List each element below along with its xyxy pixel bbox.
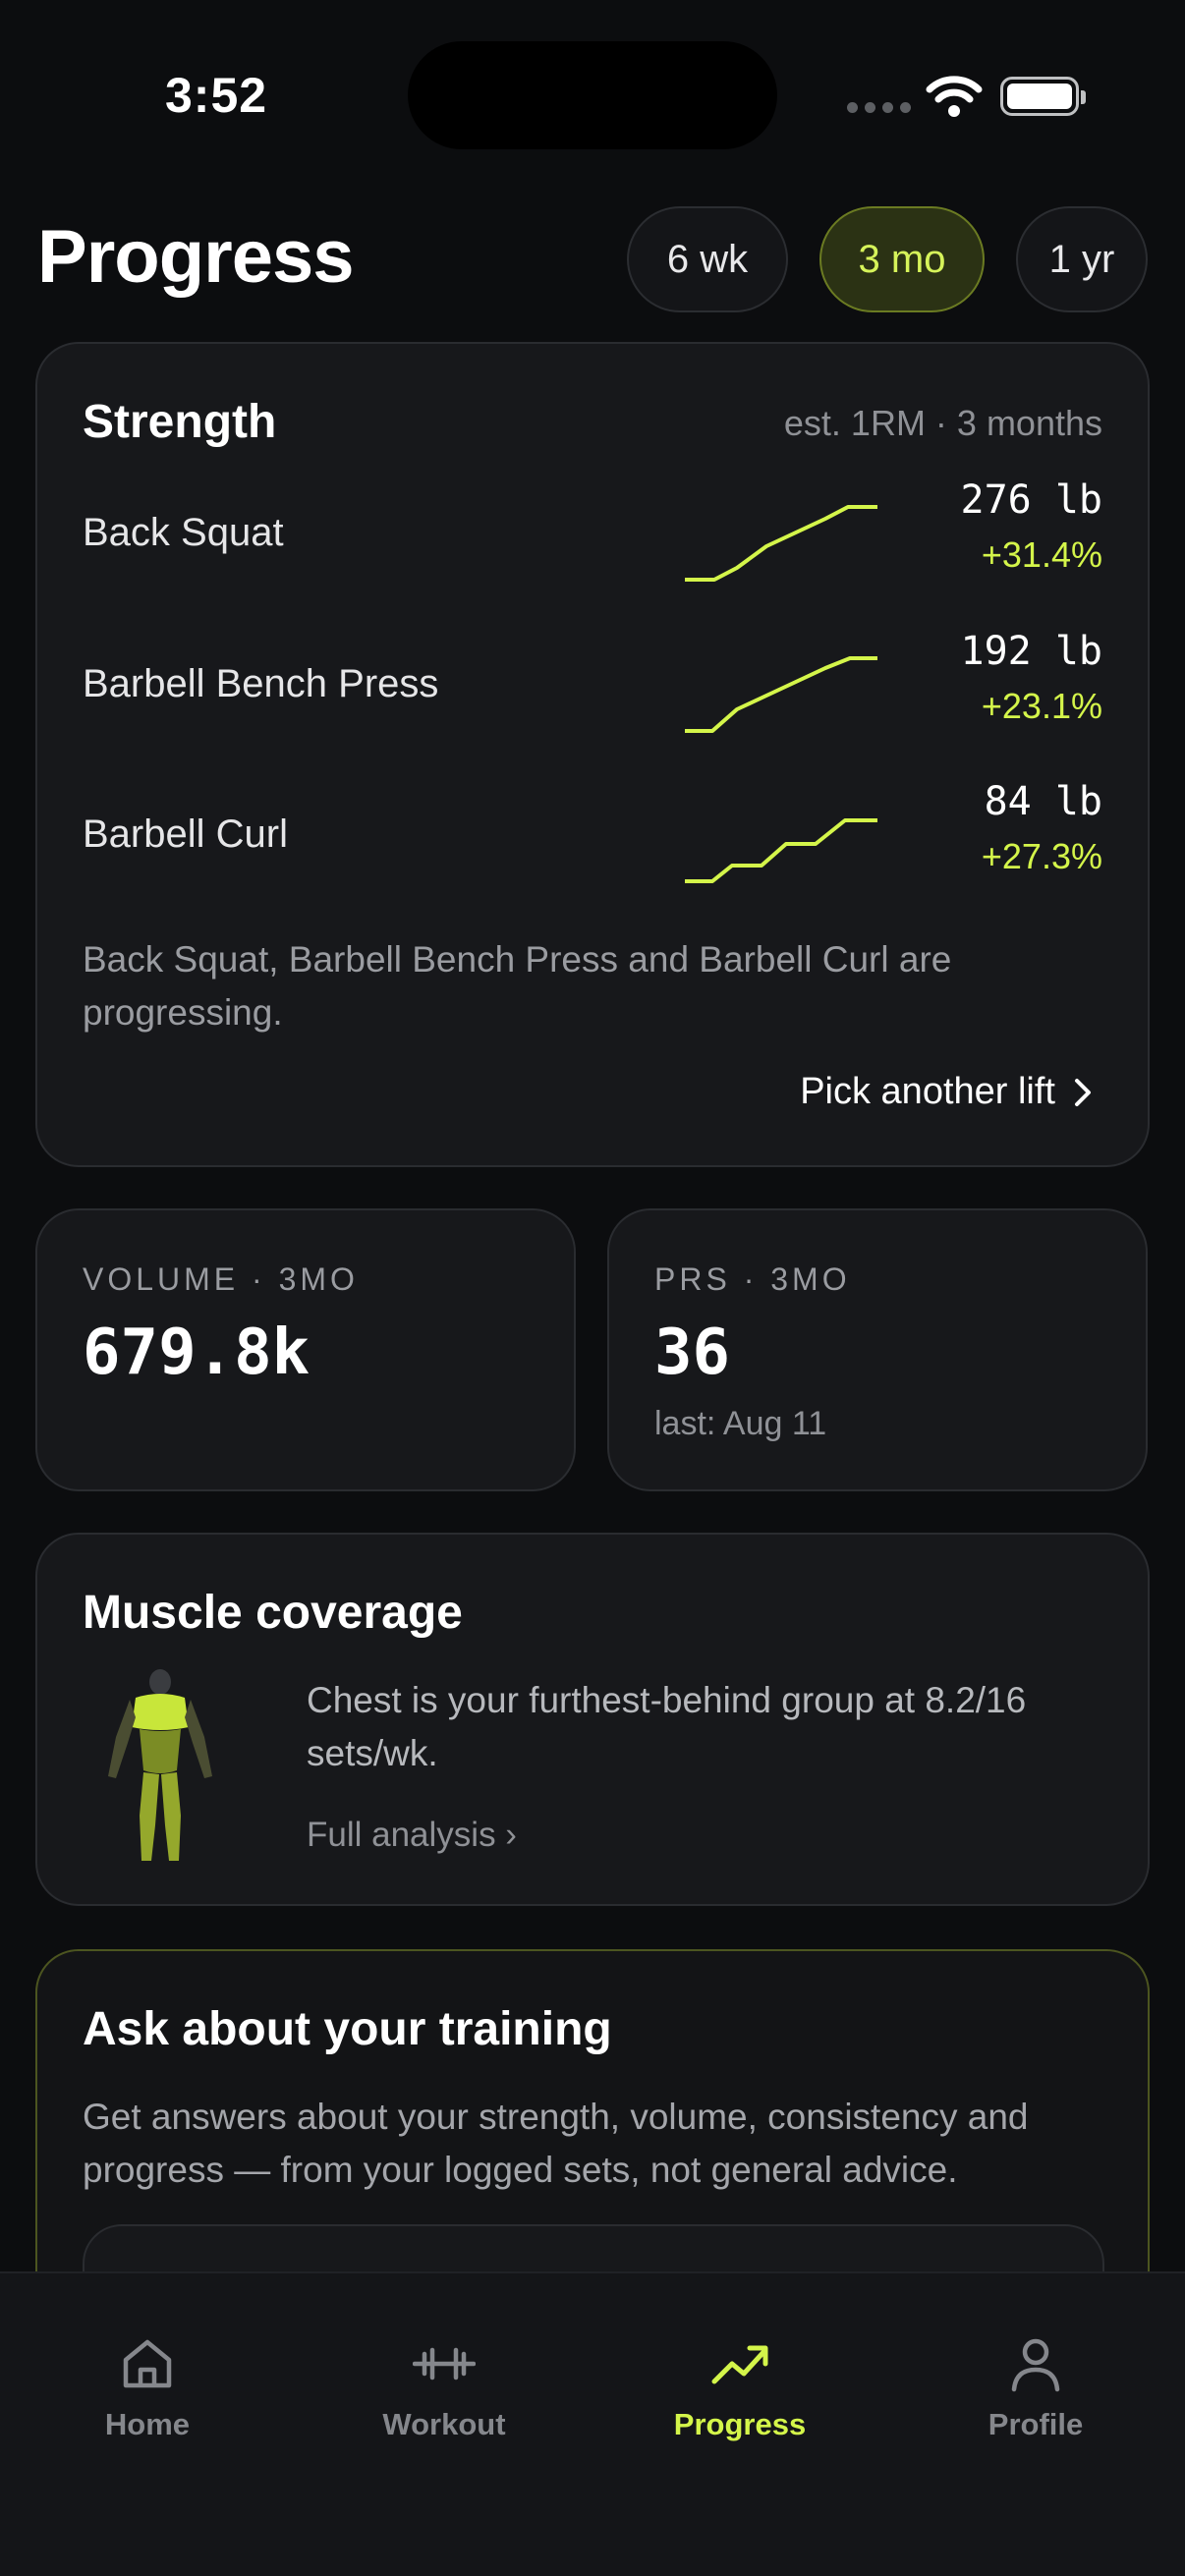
- volume-value: 679.8k: [83, 1316, 310, 1389]
- home-icon: [123, 2339, 172, 2388]
- lift-name: Barbell Curl: [83, 812, 288, 856]
- tab-label: Workout: [382, 2407, 506, 2441]
- battery-icon: [1000, 77, 1086, 116]
- chevron-right-icon: [1075, 1078, 1091, 1106]
- lift-row-bench-press[interactable]: Barbell Bench Press 192 lb +23.1%: [37, 623, 1148, 751]
- back-squat-sparkline: [685, 505, 877, 582]
- lift-row-barbell-curl[interactable]: Barbell Curl 84 lb +27.3%: [37, 773, 1148, 901]
- strength-note: Back Squat, Barbell Bench Press and Barb…: [83, 939, 952, 1033]
- muscle-summary: Chest is your furthest-behind group at 8…: [307, 1680, 1027, 1773]
- lift-change: +31.4%: [981, 534, 1102, 575]
- lift-row-back-squat[interactable]: Back Squat 276 lb +31.4%: [37, 472, 1148, 599]
- strength-meta: est. 1RM · 3 months: [783, 403, 1102, 443]
- body-map-icon: [108, 1669, 212, 1861]
- status-time: 3:52: [165, 68, 268, 123]
- dynamic-island: [408, 41, 777, 149]
- status-bar: 3:52: [0, 0, 1185, 196]
- cellular-signal-icon: [847, 102, 911, 113]
- prs-last: last: Aug 11: [654, 1405, 827, 1442]
- full-analysis-link[interactable]: Full analysis ›: [307, 1816, 517, 1855]
- pick-another-lift-button[interactable]: Pick another lift: [800, 1071, 1093, 1113]
- strength-title: Strength: [83, 396, 277, 448]
- tab-label: Home: [104, 2407, 191, 2441]
- bench-press-sparkline: [685, 656, 877, 733]
- volume-card[interactable]: VOLUME · 3MO 679.8k: [35, 1208, 576, 1491]
- prs-value: 36: [654, 1316, 731, 1389]
- volume-label: VOLUME · 3MO: [83, 1261, 359, 1297]
- tab-progress[interactable]: Progress: [642, 2332, 838, 2442]
- strength-card: Strength est. 1RM · 3 months Back Squat …: [35, 342, 1150, 1167]
- range-1yr-button[interactable]: 1 yr: [1016, 206, 1148, 312]
- wifi-icon: [926, 76, 983, 117]
- tab-home[interactable]: Home: [49, 2332, 246, 2442]
- lift-name: Barbell Bench Press: [83, 662, 439, 705]
- lift-name: Back Squat: [83, 511, 284, 554]
- prs-label: PRS · 3MO: [654, 1261, 851, 1297]
- muscle-coverage-card[interactable]: Muscle coverage Chest is your furthest-b…: [35, 1533, 1150, 1906]
- lift-change: +23.1%: [981, 686, 1102, 726]
- tab-label: Progress: [673, 2407, 807, 2441]
- dumbbell-icon: [413, 2347, 476, 2380]
- page-title: Progress: [37, 215, 354, 299]
- person-icon: [1011, 2338, 1060, 2392]
- tab-workout[interactable]: Workout: [346, 2332, 542, 2442]
- tab-profile[interactable]: Profile: [937, 2332, 1134, 2442]
- prs-card[interactable]: PRS · 3MO 36 last: Aug 11: [607, 1208, 1148, 1491]
- ask-description: Get answers about your strength, volume,…: [83, 2097, 1029, 2190]
- lift-value: 276 lb: [960, 477, 1103, 523]
- trend-up-icon: [711, 2345, 768, 2384]
- tab-bar: Home Workout Progress Profile: [0, 2271, 1185, 2576]
- lift-value: 192 lb: [960, 629, 1103, 674]
- range-3mo-button[interactable]: 3 mo: [819, 206, 985, 312]
- muscle-title: Muscle coverage: [83, 1587, 463, 1639]
- lift-change: +27.3%: [981, 836, 1102, 876]
- pick-lift-label: Pick another lift: [800, 1071, 1055, 1112]
- range-6wk-button[interactable]: 6 wk: [627, 206, 788, 312]
- tab-label: Profile: [988, 2407, 1084, 2441]
- lift-value: 84 lb: [984, 779, 1102, 824]
- ask-title: Ask about your training: [83, 2003, 612, 2055]
- barbell-curl-sparkline: [685, 818, 877, 883]
